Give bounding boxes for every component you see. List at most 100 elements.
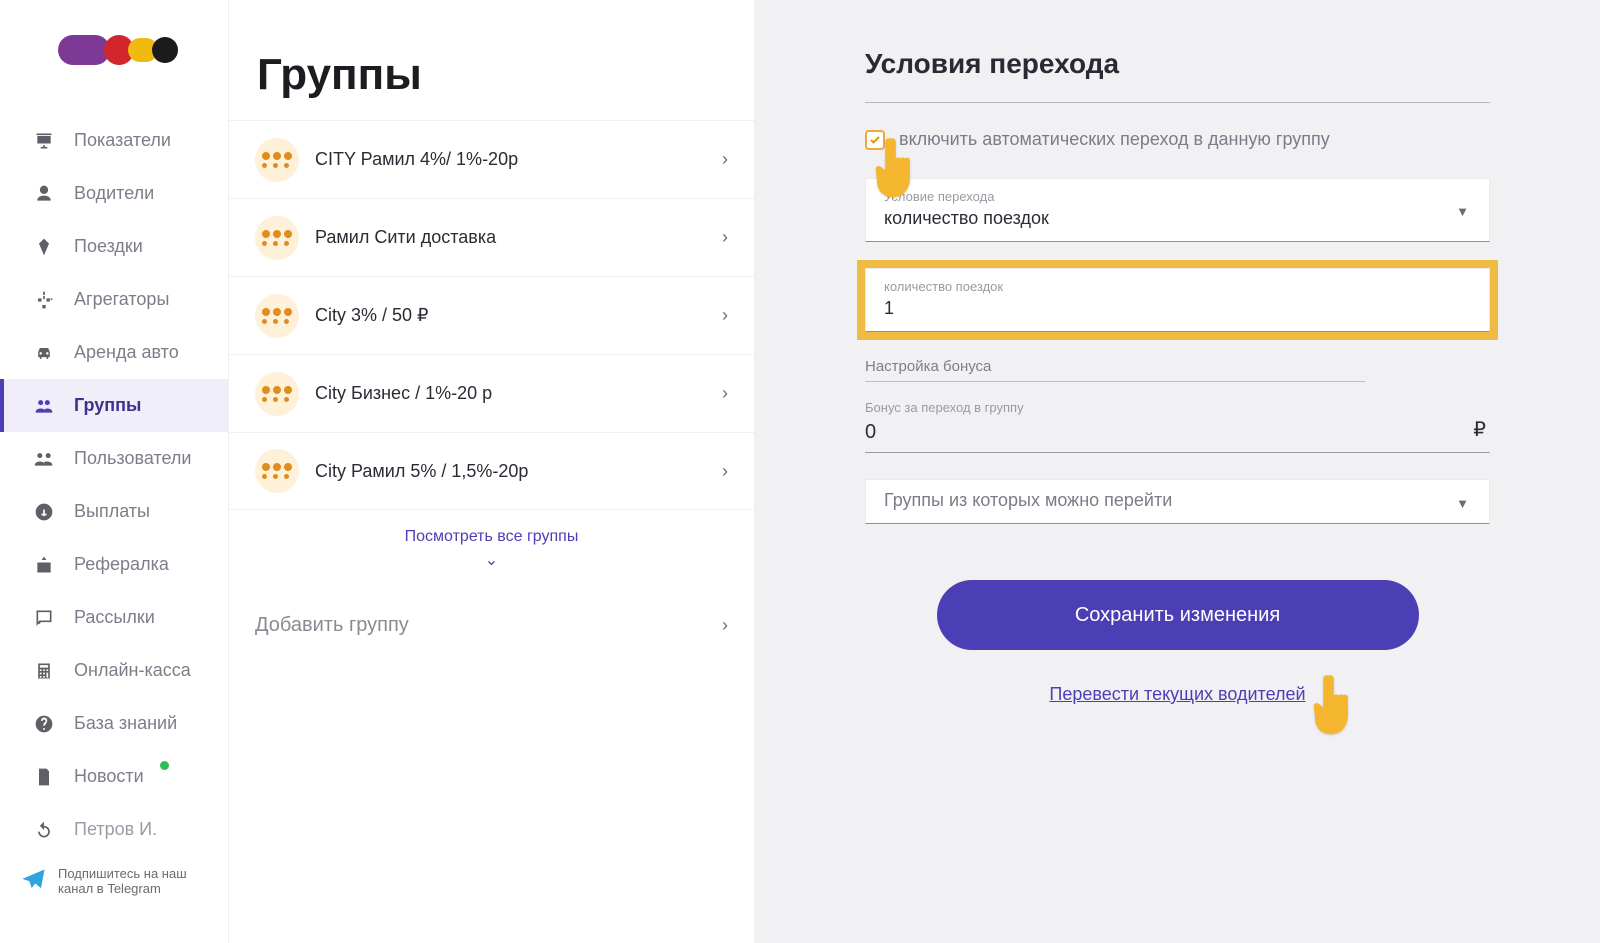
payout-icon [32, 502, 56, 522]
group-item[interactable]: City 3% / 50 ₽ › [229, 276, 754, 354]
group-item[interactable]: CITY Рамил 4%/ 1%-20р › [229, 120, 754, 198]
transfer-drivers-link[interactable]: Перевести текущих водителей [865, 684, 1490, 705]
nav-item-referral[interactable]: Рефералка [0, 538, 228, 591]
nav-item-current-user[interactable]: Петров И. [0, 803, 228, 856]
nav-label: Рефералка [74, 554, 169, 575]
chevron-right-icon: › [722, 149, 728, 170]
nav-label: Агрегаторы [74, 289, 169, 310]
group-item[interactable]: City Бизнес / 1%-20 р › [229, 354, 754, 432]
group-icon [255, 216, 299, 260]
telegram-icon [20, 866, 48, 894]
group-item[interactable]: City Рамил 5% / 1,5%-20р › [229, 432, 754, 510]
hierarchy-icon [32, 290, 56, 310]
group-label: CITY Рамил 4%/ 1%-20р [315, 149, 722, 170]
chat-icon [32, 608, 56, 628]
chevron-right-icon: › [722, 461, 728, 482]
nav-item-payouts[interactable]: Выплаты [0, 485, 228, 538]
referral-icon [32, 555, 56, 575]
nav-item-mailings[interactable]: Рассылки [0, 591, 228, 644]
page-title: Группы [229, 0, 754, 120]
field-placeholder: Группы из которых можно перейти [884, 490, 1471, 511]
nav-label: Онлайн-касса [74, 660, 191, 681]
condition-select[interactable]: Условие перехода количество поездок ▼ [865, 178, 1490, 242]
users-icon [32, 396, 56, 416]
group-icon [255, 372, 299, 416]
nav-label: Рассылки [74, 607, 155, 628]
car-icon [32, 343, 56, 363]
bonus-field[interactable]: Бонус за переход в группу 0 ₽ [865, 400, 1490, 453]
field-label: Бонус за переход в группу [865, 400, 1473, 415]
group-item[interactable]: Рамил Сити доставка › [229, 198, 754, 276]
nav-label: Аренда авто [74, 342, 179, 363]
auto-switch-checkbox[interactable] [865, 130, 885, 150]
telegram-promo-text: Подпишитесь на наш канал в Telegram [58, 866, 220, 896]
from-groups-select[interactable]: Группы из которых можно перейти ▼ [865, 479, 1490, 524]
group-icon [255, 294, 299, 338]
chevron-down-icon: ▼ [1456, 204, 1469, 219]
field-value: количество поездок [884, 208, 1471, 229]
presentation-icon [32, 131, 56, 151]
auto-switch-label: включить автоматических переход в данную… [899, 129, 1330, 150]
group-icon [255, 138, 299, 182]
currency-unit: ₽ [1473, 417, 1490, 444]
nav-item-users[interactable]: Пользователи [0, 432, 228, 485]
user-icon [32, 184, 56, 204]
nav-item-aggregators[interactable]: Агрегаторы [0, 273, 228, 326]
chevron-right-icon: › [722, 615, 728, 636]
nav-item-news[interactable]: Новости [0, 750, 228, 803]
bonus-section-title: Настройка бонуса [865, 358, 1365, 382]
calculator-icon [32, 661, 56, 681]
panel-title: Условия перехода [865, 48, 1490, 103]
chevron-right-icon: › [722, 305, 728, 326]
diamond-icon [32, 237, 56, 257]
chevron-down-icon: ⌄ [229, 550, 754, 570]
nav-label: Петров И. [74, 819, 157, 840]
nav-label: База знаний [74, 713, 177, 734]
nav-label: Показатели [74, 130, 171, 151]
see-all-label: Посмотреть все группы [405, 528, 579, 545]
groups-panel: Группы CITY Рамил 4%/ 1%-20р › Рамил Сит… [228, 0, 755, 943]
app-logo [0, 26, 228, 74]
users-pair-icon [32, 449, 56, 469]
nav-item-drivers[interactable]: Водители [0, 167, 228, 220]
group-label: Рамил Сити доставка [315, 227, 722, 248]
refresh-icon [32, 820, 56, 840]
badge-dot [160, 761, 169, 770]
chevron-right-icon: › [722, 227, 728, 248]
group-list: CITY Рамил 4%/ 1%-20р › Рамил Сити доста… [229, 120, 754, 510]
nav-item-trips[interactable]: Поездки [0, 220, 228, 273]
nav-item-rent[interactable]: Аренда авто [0, 326, 228, 379]
field-value: 0 [865, 421, 1473, 444]
chevron-right-icon: › [722, 383, 728, 404]
auto-switch-row[interactable]: включить автоматических переход в данную… [865, 129, 1490, 150]
nav: Показатели Водители Поездки Агрегаторы А… [0, 114, 228, 856]
field-label: Условие перехода [884, 189, 1471, 204]
group-icon [255, 449, 299, 493]
help-icon [32, 714, 56, 734]
nav-label: Группы [74, 395, 141, 416]
conditions-panel: Условия перехода включить автоматических… [755, 0, 1600, 943]
see-all-groups[interactable]: Посмотреть все группы ⌄ [229, 510, 754, 570]
nav-label: Пользователи [74, 448, 191, 469]
save-button[interactable]: Сохранить изменения [937, 580, 1419, 650]
nav-item-groups[interactable]: Группы [0, 379, 228, 432]
group-label: City Рамил 5% / 1,5%-20р [315, 461, 722, 482]
group-label: City Бизнес / 1%-20 р [315, 383, 722, 404]
check-icon [869, 134, 881, 146]
field-value: 1 [884, 298, 1471, 319]
chevron-down-icon: ▼ [1456, 496, 1469, 511]
doc-icon [32, 767, 56, 787]
nav-item-knowledge[interactable]: База знаний [0, 697, 228, 750]
group-label: City 3% / 50 ₽ [315, 305, 722, 326]
telegram-promo[interactable]: Подпишитесь на наш канал в Telegram [0, 856, 228, 906]
nav-item-kassa[interactable]: Онлайн-касса [0, 644, 228, 697]
add-group-label: Добавить группу [255, 614, 409, 637]
add-group[interactable]: Добавить группу › [229, 570, 754, 637]
nav-label: Новости [74, 766, 144, 787]
trips-count-field[interactable]: количество поездок 1 [865, 268, 1490, 332]
nav-item-indicators[interactable]: Показатели [0, 114, 228, 167]
nav-label: Водители [74, 183, 154, 204]
field-label: количество поездок [884, 279, 1471, 294]
sidebar: Показатели Водители Поездки Агрегаторы А… [0, 0, 228, 943]
nav-label: Выплаты [74, 501, 150, 522]
